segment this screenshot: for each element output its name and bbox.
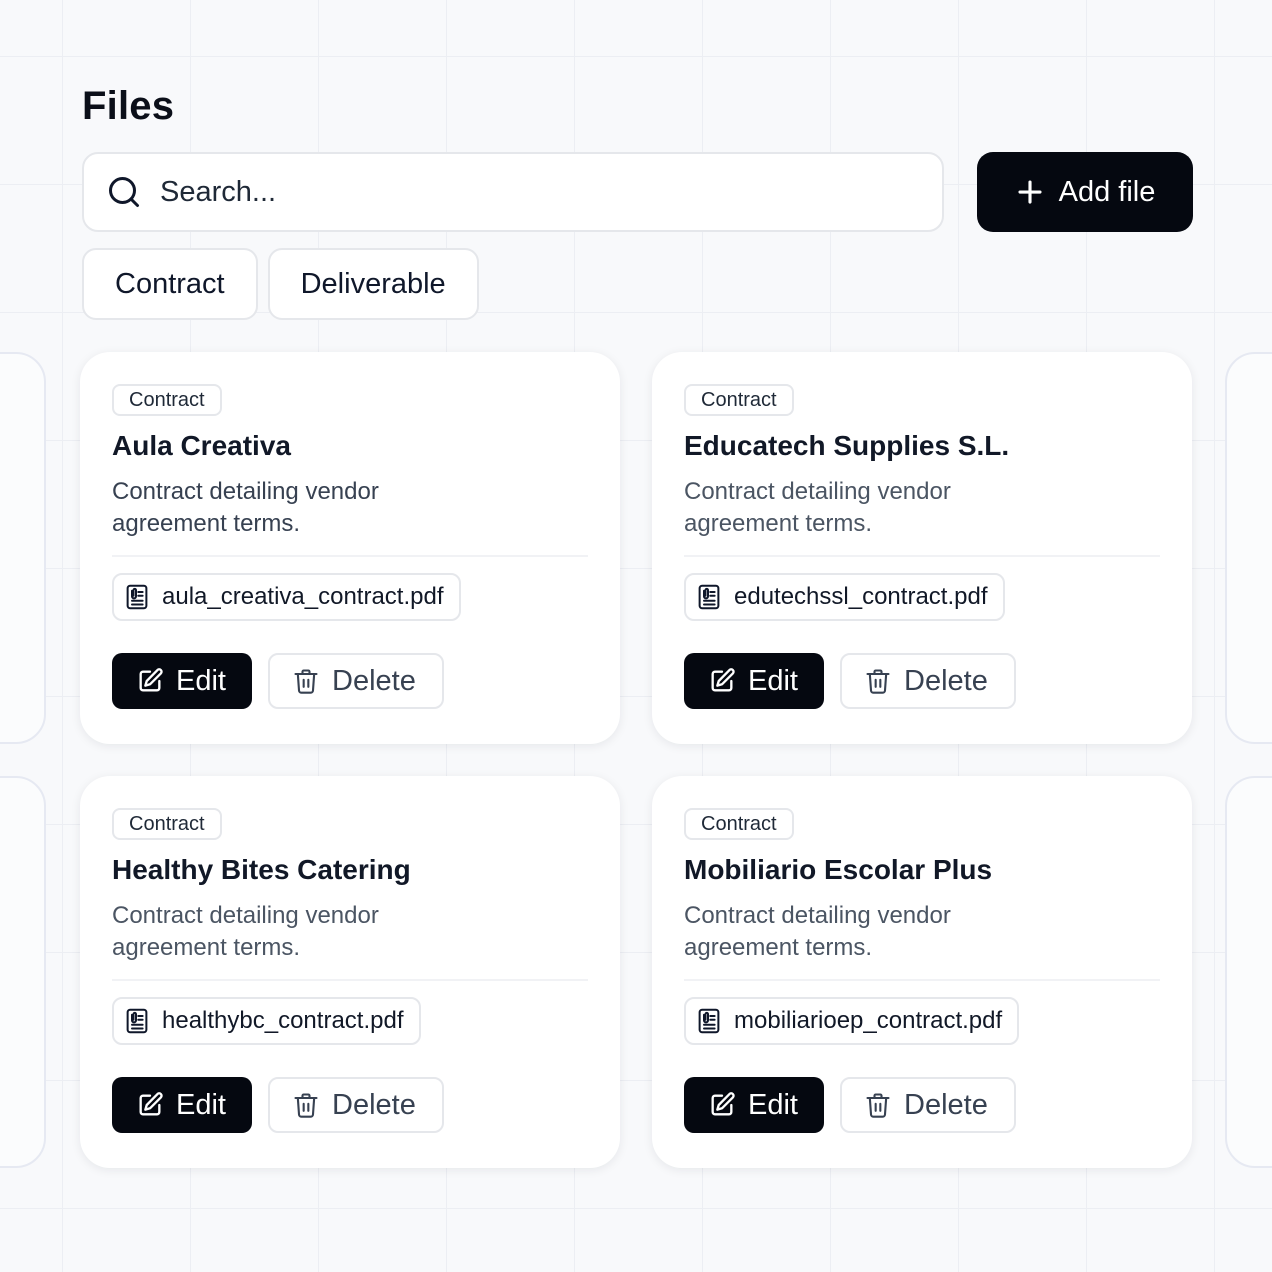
file-card-healthy-bites: Contract Healthy Bites Catering Contract… [80, 776, 620, 1168]
card-tag: Contract [684, 808, 794, 840]
delete-button[interactable]: Delete [840, 1077, 1016, 1133]
file-signature-icon [126, 584, 148, 610]
file-card-aula-creativa: Contract Aula Creativa Contract detailin… [80, 352, 620, 744]
card-title: Educatech Supplies S.L. [684, 430, 1010, 461]
filter-contract[interactable]: Contract [82, 248, 258, 320]
edit-label: Edit [176, 664, 226, 697]
card-actions: Edit Delete [112, 653, 588, 709]
file-name: healthybc_contract.pdf [162, 1007, 404, 1034]
search-input[interactable] [160, 175, 860, 209]
card-description: Contract detailing vendor agreement term… [112, 902, 379, 961]
edit-icon [711, 1092, 735, 1116]
card-title: Aula Creativa [112, 430, 291, 461]
file-attachment[interactable]: healthybc_contract.pdf [112, 997, 421, 1045]
card-divider [112, 555, 588, 557]
offscreen-card-left-bottom [0, 776, 46, 1168]
add-file-button[interactable]: Add file [977, 152, 1193, 232]
edit-label: Edit [748, 1088, 798, 1121]
edit-button[interactable]: Edit [112, 1077, 252, 1133]
add-file-label: Add file [1058, 175, 1156, 208]
file-card-mobiliario-escolar: Contract Mobiliario Escolar Plus Contrac… [652, 776, 1192, 1168]
delete-button[interactable]: Delete [840, 653, 1016, 709]
edit-button[interactable]: Edit [112, 653, 252, 709]
plus-icon [1018, 180, 1042, 204]
card-divider [112, 979, 588, 981]
card-actions: Edit Delete [684, 653, 1160, 709]
filter-deliverable[interactable]: Deliverable [267, 248, 479, 320]
card-tag: Contract [112, 808, 222, 840]
edit-icon [711, 668, 735, 692]
edit-button[interactable]: Edit [684, 1077, 824, 1133]
delete-label: Delete [332, 664, 416, 697]
file-signature-icon [126, 1008, 148, 1034]
edit-label: Edit [176, 1088, 226, 1121]
file-card-educatech-supplies: Contract Educatech Supplies S.L. Contrac… [652, 352, 1192, 744]
trash-icon [866, 669, 890, 694]
card-title: Mobiliario Escolar Plus [684, 854, 993, 885]
card-divider [684, 979, 1160, 981]
delete-button[interactable]: Delete [268, 1077, 444, 1133]
offscreen-card-left-top [0, 352, 46, 744]
filter-bar: Contract Deliverable [82, 248, 479, 320]
file-name: mobiliarioep_contract.pdf [734, 1007, 1003, 1034]
file-attachment[interactable]: edutechssl_contract.pdf [684, 573, 1005, 621]
page-title: Files [82, 84, 175, 128]
delete-label: Delete [904, 664, 988, 697]
offscreen-card-right-bottom [1225, 776, 1272, 1168]
card-tag: Contract [112, 384, 222, 416]
edit-label: Edit [748, 664, 798, 697]
file-name: aula_creativa_contract.pdf [162, 583, 444, 610]
file-attachment[interactable]: mobiliarioep_contract.pdf [684, 997, 1020, 1045]
card-actions: Edit Delete [112, 1077, 588, 1133]
file-name: edutechssl_contract.pdf [734, 583, 988, 610]
trash-icon [294, 1093, 318, 1118]
search-bar[interactable] [82, 152, 944, 232]
edit-icon [139, 668, 163, 692]
card-description: Contract detailing vendor agreement term… [684, 902, 951, 961]
card-title: Healthy Bites Catering [112, 854, 411, 885]
search-icon [109, 177, 139, 207]
edit-button[interactable]: Edit [684, 653, 824, 709]
card-tag: Contract [684, 384, 794, 416]
file-signature-icon [698, 584, 720, 610]
delete-label: Delete [332, 1088, 416, 1121]
card-description: Contract detailing vendor agreement term… [684, 478, 951, 537]
card-divider [684, 555, 1160, 557]
file-attachment[interactable]: aula_creativa_contract.pdf [112, 573, 461, 621]
offscreen-card-right-top [1225, 352, 1272, 744]
card-actions: Edit Delete [684, 1077, 1160, 1133]
delete-label: Delete [904, 1088, 988, 1121]
file-signature-icon [698, 1008, 720, 1034]
edit-icon [139, 1092, 163, 1116]
trash-icon [294, 669, 318, 694]
card-description: Contract detailing vendor agreement term… [112, 478, 379, 537]
delete-button[interactable]: Delete [268, 653, 444, 709]
trash-icon [866, 1093, 890, 1118]
